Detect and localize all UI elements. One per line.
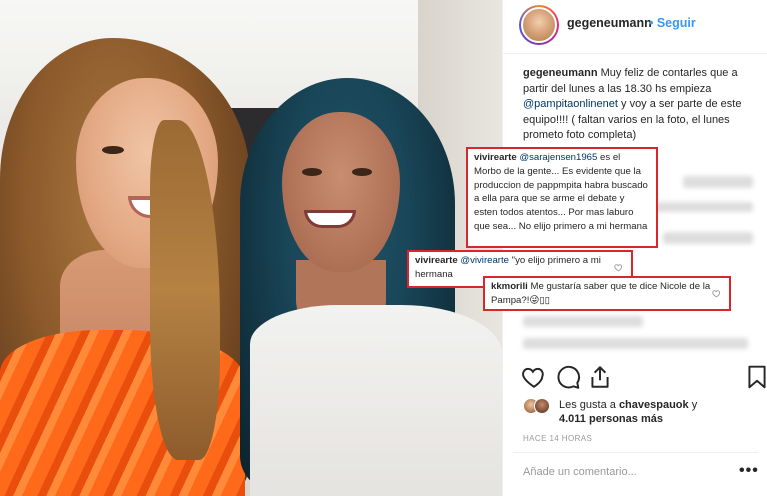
post-photo[interactable] <box>0 0 502 496</box>
comment-username[interactable]: vivirearte <box>415 255 458 266</box>
right-woman-face <box>282 112 400 272</box>
highlighted-comment: kkmorili Me gustaría saber que te dice N… <box>483 276 731 311</box>
header-username[interactable]: gegeneumann <box>567 16 652 30</box>
post-panel: gegeneumann • Seguir gegeneumann Muy fel… <box>502 0 767 496</box>
blurred-comment <box>663 232 753 244</box>
post-caption: gegeneumann Muy feliz de contarles que a… <box>523 66 759 144</box>
likes-count[interactable]: 4.011 <box>559 413 586 425</box>
liker-avatars <box>523 398 553 414</box>
likes-line-1: Les gusta a chavespauok y <box>559 398 697 413</box>
add-comment-input[interactable]: Añade un comentario... <box>523 466 637 478</box>
right-woman-eye <box>352 168 372 176</box>
liker-avatar <box>534 398 550 414</box>
bookmark-icon[interactable] <box>744 364 767 390</box>
divider <box>513 452 758 453</box>
comment-text: es el Morbo de la gente... Es evidente q… <box>474 152 648 232</box>
post-timestamp[interactable]: HACE 14 HORAS <box>523 434 592 443</box>
post-header: gegeneumann • Seguir <box>503 0 767 54</box>
blurred-comment <box>523 316 643 327</box>
likes-prefix: Les gusta a <box>559 399 619 411</box>
comment-like-icon[interactable] <box>712 289 721 298</box>
likes-line-2: 4.011 personas más <box>559 412 663 427</box>
caption-username[interactable]: gegeneumann <box>523 67 598 79</box>
comment-mention[interactable]: @vivirearte <box>460 255 509 266</box>
comment-username[interactable]: kkmorili <box>491 281 528 292</box>
share-icon[interactable] <box>587 364 613 390</box>
likes-count-suffix[interactable]: personas más <box>586 413 663 425</box>
comment-like-icon[interactable] <box>614 263 623 272</box>
more-options-icon[interactable]: ••• <box>739 462 759 480</box>
liker-username[interactable]: chavespauok <box>619 399 689 411</box>
heart-icon[interactable] <box>521 364 547 390</box>
blurred-comment <box>653 202 753 212</box>
left-woman-eye <box>102 146 124 154</box>
caption-mention[interactable]: @pampitaonlinenet <box>523 98 618 110</box>
comment-icon[interactable] <box>555 364 581 390</box>
blurred-comment <box>523 338 748 349</box>
highlighted-comment: vivirearte @sarajensen1965 es el Morbo d… <box>466 147 658 248</box>
follow-button[interactable]: • Seguir <box>649 16 696 30</box>
comment-username[interactable]: vivirearte <box>474 152 517 163</box>
blurred-comment <box>683 176 753 188</box>
right-woman-shirt <box>250 305 502 496</box>
avatar[interactable] <box>521 7 557 43</box>
likes-suffix: y <box>688 399 698 411</box>
story-ring[interactable] <box>519 5 559 45</box>
comment-mention[interactable]: @sarajensen1965 <box>519 152 597 163</box>
right-woman-eye <box>302 168 322 176</box>
post-actions <box>503 364 767 394</box>
